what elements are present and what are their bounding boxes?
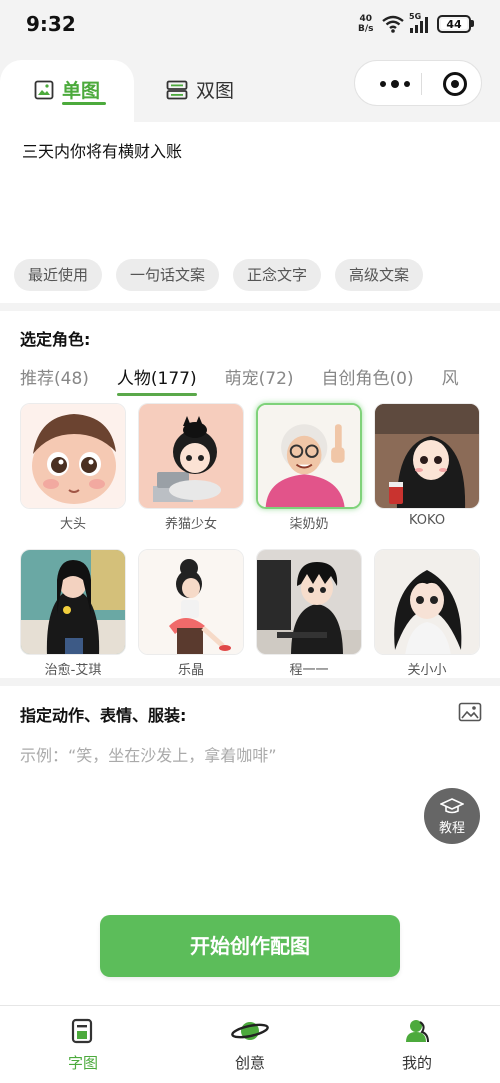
tab-double-image[interactable]: 双图 xyxy=(166,76,234,103)
status-time: 9:32 xyxy=(26,12,76,36)
character-avatar xyxy=(20,403,126,509)
tutorial-button[interactable]: 教程 xyxy=(424,788,480,844)
character-avatar xyxy=(256,549,362,655)
character-name: 大头 xyxy=(59,517,86,532)
role-tab-people[interactable]: 人物(177) xyxy=(116,364,197,396)
bottom-nav: 字图 创意 我的 xyxy=(0,1005,500,1083)
character-card[interactable]: 养猫少女 xyxy=(138,403,244,532)
mode-tabs: 单图 双图 xyxy=(0,52,500,122)
signal-icon xyxy=(410,17,428,33)
character-name: 关小小 xyxy=(407,663,447,678)
network-speed: 40 B/s xyxy=(358,14,374,34)
nav-label-profile: 我的 xyxy=(401,1054,432,1072)
wifi-icon xyxy=(382,15,404,33)
caption-category-chips: 最近使用 一句话文案 正念文字 高级文案 xyxy=(14,259,424,291)
character-avatar xyxy=(138,403,244,509)
more-icon[interactable] xyxy=(375,74,415,94)
chip-mindful[interactable]: 正念文字 xyxy=(233,259,322,291)
chip-premium[interactable]: 高级文案 xyxy=(335,259,424,291)
text-image-icon xyxy=(71,1018,93,1044)
character-card[interactable]: 柒奶奶 xyxy=(256,403,362,532)
battery-level: 44 xyxy=(441,19,467,30)
planet-icon xyxy=(231,1022,269,1040)
character-card[interactable]: 治愈-艾琪 xyxy=(20,549,126,678)
image-upload-icon[interactable] xyxy=(458,702,482,722)
character-card[interactable]: 关小小 xyxy=(374,549,480,678)
character-name: 乐晶 xyxy=(177,663,204,678)
tab-underline xyxy=(62,102,106,105)
character-grid: 大头 养猫少女 柒奶奶 KOKO 治愈-艾琪 乐晶 程一一 关小小 xyxy=(20,403,480,678)
character-avatar xyxy=(374,549,480,655)
close-miniprogram-icon[interactable] xyxy=(443,72,467,96)
character-name: 养猫少女 xyxy=(164,517,217,532)
tab-single-label: 单图 xyxy=(62,80,101,102)
character-card[interactable]: 大头 xyxy=(20,403,126,532)
chip-one-line[interactable]: 一句话文案 xyxy=(116,259,220,291)
profile-icon xyxy=(406,1020,429,1043)
status-bar: 9:32 40 B/s 5G 44 xyxy=(0,0,500,52)
role-tab-pets[interactable]: 萌宠(72) xyxy=(225,364,294,389)
chip-recent[interactable]: 最近使用 xyxy=(14,259,103,291)
network-speed-value: 40 xyxy=(359,14,373,24)
role-category-tabs: 推荐(48) 人物(177) 萌宠(72) 自创角色(0) 风 xyxy=(20,364,459,396)
caption-text[interactable]: 三天内你将有横财入账 xyxy=(22,138,182,162)
miniprogram-capsule xyxy=(354,60,482,106)
character-name: KOKO xyxy=(408,513,446,528)
section-divider xyxy=(0,678,500,686)
battery-icon: 44 xyxy=(437,15,471,33)
tab-double-label: 双图 xyxy=(196,80,235,102)
action-section-title: 指定动作、表情、服装: xyxy=(20,706,187,725)
nav-item-text-image[interactable]: 字图 xyxy=(43,1018,123,1073)
role-tab-custom[interactable]: 自创角色(0) xyxy=(322,364,414,389)
graduation-cap-icon xyxy=(439,798,465,814)
role-section-title: 选定角色: xyxy=(20,330,91,349)
character-name: 治愈-艾琪 xyxy=(44,663,102,678)
character-avatar xyxy=(20,549,126,655)
role-tab-recommended[interactable]: 推荐(48) xyxy=(20,364,89,389)
character-avatar xyxy=(138,549,244,655)
character-card[interactable]: KOKO xyxy=(374,403,480,528)
battery-tip xyxy=(471,20,474,27)
character-name: 程一一 xyxy=(289,663,329,678)
picture-icon xyxy=(34,80,54,99)
character-card[interactable]: 程一一 xyxy=(256,549,362,678)
character-avatar-selected xyxy=(256,403,362,509)
tab-single-image[interactable]: 单图 xyxy=(34,76,100,103)
nav-item-creative[interactable]: 创意 xyxy=(210,1018,290,1073)
nav-label-text-image: 字图 xyxy=(67,1054,98,1072)
section-divider xyxy=(0,303,500,311)
nav-item-profile[interactable]: 我的 xyxy=(377,1018,457,1073)
character-name: 柒奶奶 xyxy=(289,517,329,532)
double-picture-icon xyxy=(166,80,188,99)
character-avatar xyxy=(374,403,480,509)
tutorial-label: 教程 xyxy=(438,821,465,836)
character-card[interactable]: 乐晶 xyxy=(138,549,244,678)
role-tab-style[interactable]: 风 xyxy=(442,364,459,389)
start-create-button[interactable]: 开始创作配图 xyxy=(100,915,400,977)
action-input[interactable]: 示例：“笑，坐在沙发上，拿着咖啡” xyxy=(20,742,277,766)
nav-label-creative: 创意 xyxy=(234,1054,265,1072)
capsule-divider xyxy=(421,73,422,95)
network-speed-unit: B/s xyxy=(358,24,374,34)
